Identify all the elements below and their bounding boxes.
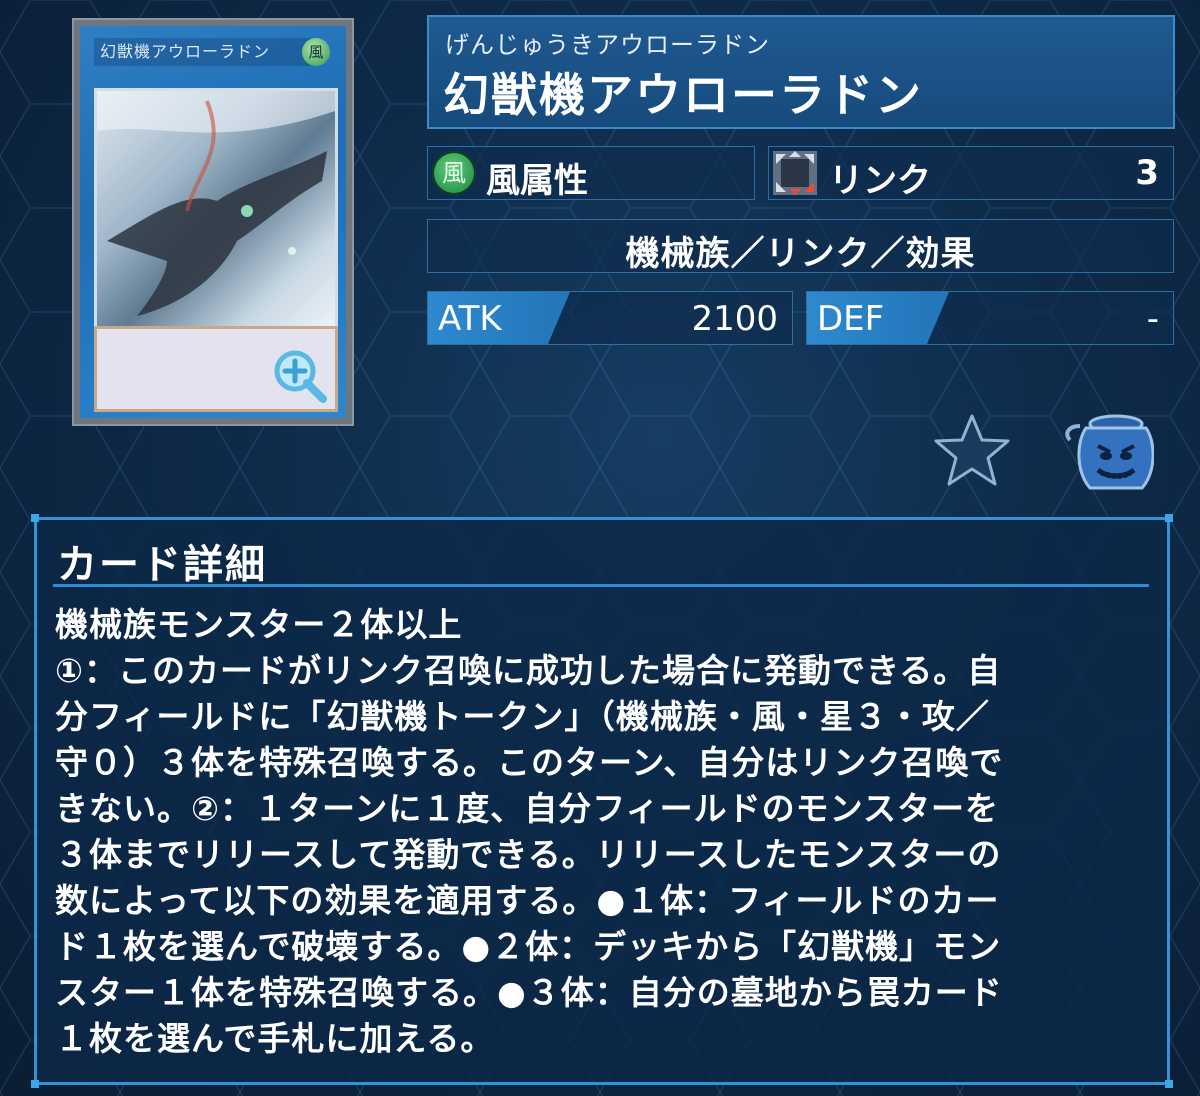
panel-corner-marker: [31, 514, 39, 522]
card-frame: 幻獣機アウローラドン 風: [80, 26, 346, 418]
effect-line: 守０）３体を特殊召喚する。このターン、自分はリンク召喚で: [55, 743, 1004, 782]
effect-line: ３体までリリースして発動できる。リリースしたモンスターの: [55, 835, 1002, 874]
effect-line: 機械族モンスター２体以上: [55, 605, 463, 644]
link-label: リンク: [829, 161, 931, 201]
def-value: -: [1146, 299, 1159, 339]
panel-corner-marker: [1165, 1080, 1173, 1088]
wind-attribute-icon: 風: [432, 151, 476, 195]
card-artwork: [94, 88, 338, 332]
def-panel: DEF -: [806, 291, 1174, 345]
link-panel: リンク 3: [768, 146, 1174, 201]
effect-line: １枚を選んで手札に加える。: [55, 1019, 495, 1058]
def-label: DEF: [817, 299, 885, 339]
effect-line: 分フィールドに「幻獣機トークン」（機械族・風・星３・攻／: [55, 697, 990, 736]
pot-of-greed-icon[interactable]: [1058, 412, 1154, 494]
card-thumb-name: 幻獣機アウローラドン: [94, 38, 310, 66]
panel-corner-marker: [31, 1080, 39, 1088]
card-thumbnail[interactable]: 幻獣機アウローラドン 風: [72, 18, 354, 426]
card-effect-text: 機械族モンスター２体以上 ①：このカードがリンク召喚に成功した場合に発動できる。…: [55, 602, 1155, 1062]
effect-line: ①：このカードがリンク召喚に成功した場合に発動できる。自: [55, 651, 1002, 690]
card-name-ruby: げんじゅうきアウローラドン: [445, 31, 770, 59]
atk-label: ATK: [438, 299, 502, 339]
atk-value: 2100: [691, 299, 778, 339]
type-panel: 機械族／リンク／効果: [427, 219, 1174, 274]
effect-line: スター１体を特殊召喚する。●３体：自分の墓地から罠カード: [55, 973, 1003, 1012]
def-tag: DEF: [807, 292, 949, 344]
atk-tag: ATK: [428, 292, 570, 344]
panel-corner-marker: [1165, 514, 1173, 522]
star-icon[interactable]: [932, 410, 1012, 490]
card-text-area: [94, 326, 338, 412]
effect-line: きない。②：１ターンに１度、自分フィールドのモンスターを: [55, 789, 999, 828]
card-thumb-attribute-icon: 風: [302, 38, 330, 66]
artwork-aircraft-image: [97, 91, 335, 316]
link-arrows-icon: [773, 151, 817, 195]
zoom-icon[interactable]: [271, 347, 329, 405]
effect-line: 数によって以下の効果を適用する。●１体：フィールドのカー: [55, 881, 1000, 920]
attribute-panel: 風 風属性: [427, 146, 755, 201]
effect-line: ド１枚を選んで破壊する。●２体：デッキから「幻獣機」モン: [55, 927, 1002, 966]
attribute-label: 風属性: [486, 161, 588, 201]
link-rating: 3: [1135, 153, 1159, 193]
card-detail-title: カード詳細: [57, 542, 267, 588]
card-name-panel: げんじゅうきアウローラドン 幻獣機アウローラドン: [427, 15, 1175, 129]
atk-panel: ATK 2100: [427, 291, 793, 345]
card-detail-panel: カード詳細 機械族モンスター２体以上 ①：このカードがリンク召喚に成功した場合に…: [31, 514, 1173, 1088]
card-name: 幻獣機アウローラドン: [443, 68, 923, 122]
monster-type-line: 機械族／リンク／効果: [625, 234, 976, 274]
title-divider: [53, 584, 1149, 587]
